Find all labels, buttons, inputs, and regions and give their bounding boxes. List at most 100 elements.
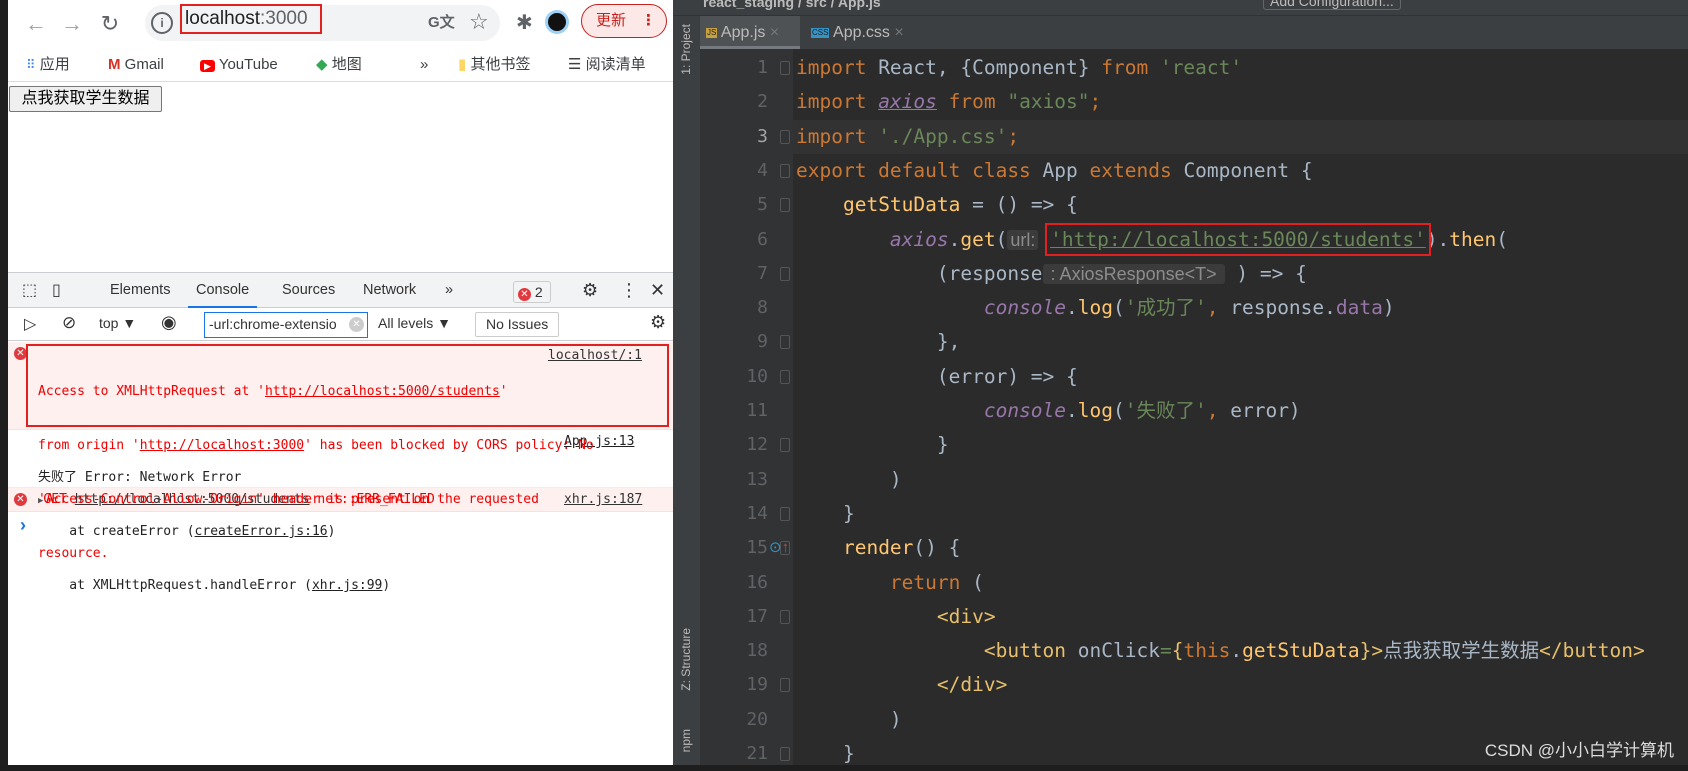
tab-elements[interactable]: Elements [110,273,170,308]
reload-icon[interactable]: ↻ [96,10,124,38]
add-configuration-button[interactable]: Add Configuration... [1263,0,1401,10]
code-token: . [948,227,961,251]
code-token: this [1183,639,1231,663]
sidebar-toggle-icon[interactable]: ▷ [24,314,36,334]
url-port: :3000 [260,8,308,29]
tool-window-bar: 1: Project Z: Structure npm [673,16,700,765]
url-host: localhost [185,8,260,29]
back-icon[interactable]: ← [22,10,50,38]
desktop-edge [0,0,8,765]
settings-icon[interactable]: ⚙ [582,273,598,308]
console-prompt[interactable]: › [20,515,26,536]
bookmark-other[interactable]: ▮ 其他书签 [458,48,530,82]
error-count-badge[interactable]: ✕ 2 [513,281,551,303]
star-icon[interactable]: ☆ [469,9,489,35]
fold-marker-icon[interactable] [780,61,790,75]
code-line: return ( [796,566,984,600]
console-toolbar: ▷ ⊘ top ▼ ◉ -url:chrome-extensio ✕ All le… [8,308,673,341]
line-number: 15 [746,537,768,559]
console-settings-icon[interactable]: ⚙ [650,312,666,333]
fold-marker-icon[interactable] [780,747,790,761]
more-tabs-icon[interactable]: » [445,273,453,308]
menu-icon[interactable]: ⋮ [641,5,656,36]
profile-avatar[interactable] [545,10,569,34]
url-text[interactable]: localhost:3000 [180,4,322,34]
line-number: 13 [746,468,768,490]
live-expression-eye-icon[interactable]: ◉ [161,312,177,333]
context-select[interactable]: top ▼ [99,315,136,331]
code-token: . [1230,639,1243,663]
code-token: = () => { [960,193,1078,217]
filter-input[interactable]: -url:chrome-extensio ✕ [204,312,368,338]
close-devtools-icon[interactable]: ✕ [650,273,665,308]
override-method-icon[interactable]: ⊙↑ [769,538,789,556]
info-icon[interactable]: i [151,12,173,34]
fold-marker-icon[interactable] [780,438,790,453]
structure-tool-tab[interactable]: Z: Structure [679,628,693,691]
forward-icon[interactable]: → [58,10,86,38]
fold-marker-icon[interactable] [780,163,790,178]
fold-marker-icon[interactable] [780,506,790,521]
code-token: axios [878,90,937,114]
more-options-icon[interactable]: ⋮ [620,273,638,308]
request-url-link[interactable]: http://localhost:5000/students [265,384,500,399]
clear-filter-icon[interactable]: ✕ [349,317,364,332]
code-line: axios.get(url: 'http://localhost:5000/st… [796,222,1508,257]
code-line: ) [796,463,902,497]
update-button[interactable]: 更新 ⋮ [581,4,667,38]
line-number: 10 [746,365,768,387]
bookmark-reading-list[interactable]: ☰ 阅读清单 [568,48,646,82]
code-token: data [1335,296,1383,320]
bookmark-gmail[interactable]: M Gmail [108,48,164,82]
tab-console[interactable]: Console [188,273,258,308]
clear-console-icon[interactable]: ⊘ [62,313,76,333]
line-gutter: 1 2 3 4 5 6 7 8 9 10 11 12 13 14 15 16 17 18 19 20 21 ⊙↑ [700,49,793,765]
get-student-data-button[interactable]: 点我获取学生数据 [9,86,162,112]
code-token: </button> [1539,639,1645,663]
bookmark-youtube[interactable]: ▶ YouTube [200,48,278,82]
line-number: 21 [746,743,768,764]
msg-text: ' has been blocked by CORS policy: No [304,438,594,453]
line-number: 7 [757,262,768,284]
code-token: , [1206,296,1231,320]
code-token: = [1159,639,1172,663]
extensions-icon[interactable]: ✱ [516,10,533,35]
tab-app-css[interactable]: CSS App.css × [805,16,904,49]
code-token: render [842,536,914,560]
tab-app-js[interactable]: JS App.js × [700,16,800,49]
code-token: > [1371,639,1384,663]
bookmark-label: 应用 [39,56,70,73]
origin-url-link[interactable]: http://localhost:3000 [140,438,304,453]
fold-marker-icon[interactable] [780,678,790,693]
issues-button[interactable]: No Issues [475,312,560,337]
code-token: error) [1230,399,1301,422]
fold-marker-icon[interactable] [780,335,790,350]
inspect-icon[interactable]: ⬚ [22,273,37,308]
bookmarks-overflow[interactable]: » [420,48,428,82]
bookmark-maps[interactable]: ◆ 地图 [316,48,362,82]
translate-icon[interactable]: G文 [428,11,455,32]
close-tab-icon[interactable]: × [770,24,779,41]
close-tab-icon[interactable]: × [894,24,903,41]
code-token: extends [1089,158,1184,182]
fold-marker-icon[interactable] [780,609,790,624]
fold-marker-icon[interactable] [780,369,790,384]
code-line: console.log('失败了', error) [796,394,1301,428]
code-token: ). [1425,227,1450,251]
code-line: export default class App extends Compone… [796,154,1313,188]
log-levels-select[interactable]: All levels ▼ [378,315,451,331]
watermark: CSDN @小小白学计算机 [1484,741,1674,760]
breadcrumb[interactable]: react_staging / src / App.js [703,0,881,10]
code-token: () { [913,536,961,560]
code-editor[interactable]: import React, {Component} from 'react' im… [793,49,1688,765]
fold-marker-icon[interactable] [780,266,790,281]
fold-marker-icon[interactable] [780,198,790,213]
tab-sources[interactable]: Sources [282,273,335,308]
fold-marker-icon[interactable] [780,129,790,144]
tab-network[interactable]: Network [363,273,416,308]
npm-tool-tab[interactable]: npm [679,729,693,752]
device-toolbar-icon[interactable]: ▯ [52,273,61,308]
code-token: log [1077,296,1114,320]
project-tool-tab[interactable]: 1: Project [679,24,693,75]
bookmark-apps[interactable]: ⠿ 应用 [26,48,70,82]
